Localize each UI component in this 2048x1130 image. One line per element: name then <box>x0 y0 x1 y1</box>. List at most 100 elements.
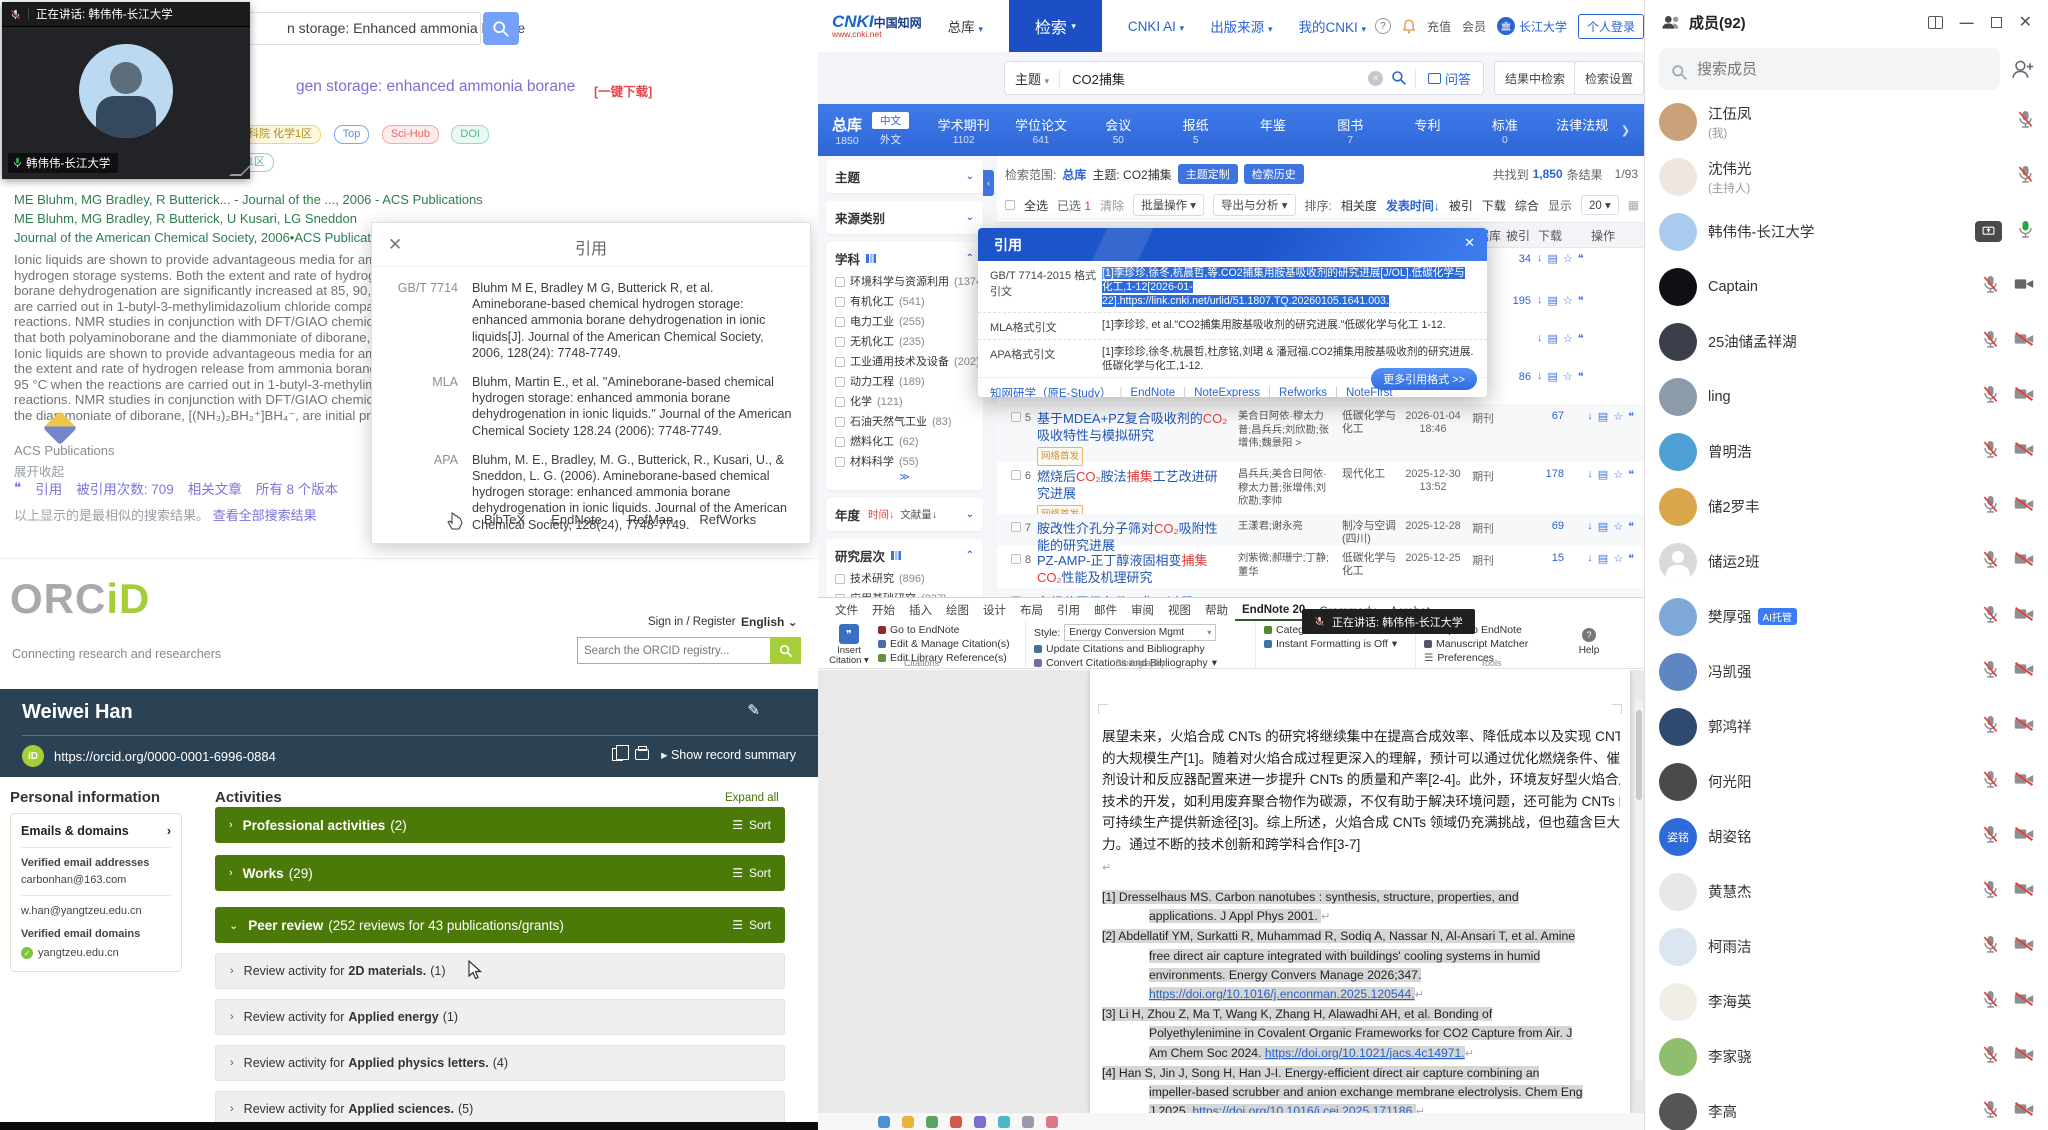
section-works[interactable]: › Works(29) ☰Sort <box>215 855 785 891</box>
result-title-link[interactable]: gen storage: enhanced ammonia borane <box>296 78 575 96</box>
more-citation-formats-button[interactable]: 更多引用格式 >> <box>1371 368 1477 390</box>
mic-icon[interactable] <box>1982 385 1999 409</box>
select-all-checkbox[interactable] <box>1005 200 1015 210</box>
download-icon[interactable]: ↓ <box>1587 552 1593 588</box>
taskbar-icon[interactable] <box>974 1116 986 1128</box>
favorite-icon[interactable]: ☆ <box>1613 520 1623 546</box>
export-analyze-dropdown[interactable]: 导出与分析 ▾ <box>1213 194 1295 216</box>
camera-icon[interactable] <box>2014 331 2034 352</box>
row-checkbox[interactable] <box>1011 412 1021 422</box>
doi-link[interactable]: https://doi.org/10.1016/j.cej.2025.17118… <box>1192 1104 1415 1113</box>
checkbox[interactable] <box>835 397 845 407</box>
mic-icon[interactable] <box>1982 825 1999 849</box>
filter-year[interactable]: 年度 时间↓ 文献量↓ ⌄ <box>835 505 974 524</box>
read-icon[interactable]: ▤ <box>1548 332 1558 345</box>
table-row[interactable]: 5 基于MDEA+PZ复合吸收剂的CO₂吸收特性与模拟研究网络首发 美合日阿依·… <box>997 404 1644 462</box>
cite-icon[interactable]: ❝ <box>1628 520 1634 546</box>
member-row[interactable]: 柯雨洁 <box>1645 919 2048 974</box>
cite-icon[interactable]: ❝ <box>1578 370 1584 383</box>
member-row[interactable]: 郭鸿祥 <box>1645 699 2048 754</box>
subject-filter-item[interactable]: 环境科学与资源利用(1374) <box>835 272 974 292</box>
read-icon[interactable]: ▤ <box>1548 252 1558 265</box>
camera-icon[interactable] <box>2014 386 2034 407</box>
expand-more-icon[interactable]: ≫ <box>835 472 974 483</box>
all-versions-link[interactable]: 所有 8 个版本 <box>256 478 339 498</box>
source-cell[interactable]: 低碳化学与化工 <box>1342 552 1404 588</box>
download-icon[interactable]: ↓ <box>1537 252 1543 265</box>
signin-register-link[interactable]: Sign in / Register <box>648 616 736 628</box>
language-dropdown[interactable]: English ⌄ <box>741 615 798 629</box>
update-citations-button[interactable]: Update Citations and Bibliography <box>1034 643 1247 655</box>
one-click-download-link[interactable]: [一键下载] <box>594 81 652 100</box>
tab-chinese[interactable]: 中文 <box>872 112 909 129</box>
tab-newspapers[interactable]: 报纸5 <box>1157 115 1234 146</box>
bell-icon[interactable] <box>1402 19 1416 34</box>
taskbar-icon[interactable] <box>950 1116 962 1128</box>
member-row[interactable]: 李海英 <box>1645 974 2048 1029</box>
camera-icon[interactable] <box>2014 661 2034 682</box>
member-row[interactable]: Captain <box>1645 259 2048 314</box>
sort-button[interactable]: ☰Sort <box>732 866 771 880</box>
ribbon-tab[interactable]: 插入 <box>902 599 939 621</box>
tab-journals[interactable]: 学术期刊1102 <box>925 115 1002 146</box>
scihub-badge[interactable]: Sci-Hub <box>382 125 439 144</box>
manuscript-matcher-button[interactable]: Manuscript Matcher <box>1424 638 1558 650</box>
tab-foreign[interactable]: 外文 <box>872 131 909 148</box>
mic-icon[interactable] <box>1982 715 1999 739</box>
subject-filter-item[interactable]: 电力工业(255) <box>835 312 974 332</box>
show-record-summary-link[interactable]: ▸ Show record summary <box>661 747 796 762</box>
camera-icon[interactable] <box>2014 826 2034 847</box>
member-row[interactable]: 韩伟伟-长江大学 <box>1645 204 2048 259</box>
review-activity-row[interactable]: › Review activity for2D materials.(1) <box>215 953 785 989</box>
section-professional-activities[interactable]: › Professional activities(2) ☰Sort <box>215 807 785 843</box>
sort-cited[interactable]: 被引 <box>1449 197 1473 214</box>
source-cell[interactable]: 制冷与空调(四川) <box>1342 520 1404 546</box>
tab-theses[interactable]: 学位论文641 <box>1002 115 1079 146</box>
table-row[interactable]: 8 PZ-AMP-正丁醇液固相变捕集CO₂性能及机理研究 刘紫微;郝珊宁;丁静;… <box>997 546 1644 588</box>
favorite-icon[interactable]: ☆ <box>1563 332 1573 345</box>
camera-icon[interactable] <box>2014 496 2034 517</box>
ribbon-tab[interactable]: 设计 <box>976 599 1013 621</box>
cite-icon[interactable]: ❝ <box>1628 468 1634 514</box>
filter-topic[interactable]: 主题⌄ <box>835 167 974 186</box>
taskbar-icon[interactable] <box>1046 1116 1058 1128</box>
export-format-link[interactable]: BibTeX <box>484 512 525 527</box>
favorite-icon[interactable]: ☆ <box>1613 552 1623 588</box>
download-icon[interactable]: ↓ <box>1587 410 1593 462</box>
authors-cell[interactable]: 昌兵兵;美合日阿依·穆太力普;张增伟;刘欣勘;李帅 <box>1238 468 1342 514</box>
subject-filter-item[interactable]: 化学(121) <box>835 392 974 412</box>
doi-badge[interactable]: DOI <box>451 125 489 144</box>
related-articles-link[interactable]: 相关文章 <box>188 478 242 498</box>
add-member-icon[interactable] <box>2010 58 2034 80</box>
cnki-logo[interactable]: CNKI中国知网 www.cnki.net <box>832 13 922 39</box>
menu-my-cnki[interactable]: 我的CNKI ▾ <box>1298 16 1366 36</box>
member-row[interactable]: 李家骁 <box>1645 1029 2048 1084</box>
select-all-label[interactable]: 全选 <box>1024 197 1048 214</box>
checkbox[interactable] <box>835 317 845 327</box>
subject-filter-item[interactable]: 燃料化工(62) <box>835 432 974 452</box>
favorite-icon[interactable]: ☆ <box>1563 370 1573 383</box>
ribbon-tab[interactable]: 视图 <box>1161 599 1198 621</box>
edit-name-icon[interactable]: ✎ <box>747 701 760 719</box>
sort-time[interactable]: 时间↓ <box>868 507 894 522</box>
camera-icon[interactable] <box>2014 1101 2034 1122</box>
cite-icon[interactable]: ❝ <box>1578 332 1584 345</box>
row-checkbox[interactable] <box>1011 522 1021 532</box>
instant-formatting-button[interactable]: Instant Formatting is Off ▾ <box>1264 638 1407 650</box>
tab-yearbooks[interactable]: 年鉴 <box>1234 115 1311 146</box>
mic-icon[interactable] <box>1982 1100 1999 1124</box>
export-noteexpress-link[interactable]: NoteExpress <box>1194 387 1260 397</box>
member-row[interactable]: 江伍凤 (我) <box>1645 94 2048 149</box>
org-account[interactable]: 🏛长江大学 <box>1497 17 1567 35</box>
layout-toggle-icon[interactable] <box>1928 16 1943 29</box>
topic-custom-button[interactable]: 主题定制 <box>1178 164 1238 184</box>
read-icon[interactable]: ▤ <box>1548 294 1558 307</box>
subject-filter-item[interactable]: 动力工程(189) <box>835 372 974 392</box>
export-refworks-link[interactable]: Refworks <box>1279 387 1327 397</box>
camera-icon[interactable] <box>2014 716 2034 737</box>
filter-subject[interactable]: 学科⌃ <box>835 249 974 268</box>
camera-icon[interactable] <box>2014 1046 2034 1067</box>
mic-icon[interactable] <box>1982 880 1999 904</box>
camera-icon[interactable] <box>2014 771 2034 792</box>
page-size-dropdown[interactable]: 20 ▾ <box>1581 195 1619 215</box>
